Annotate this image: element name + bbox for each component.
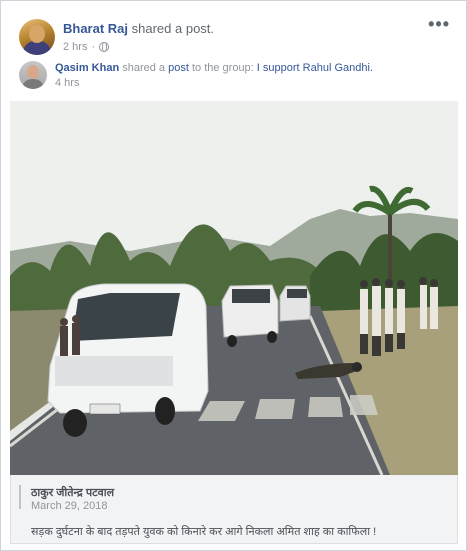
shared-a-post-text: shared a post. bbox=[128, 21, 215, 36]
road-scene-image bbox=[10, 101, 458, 475]
preview-date: March 29, 2018 bbox=[31, 500, 108, 512]
link-preview[interactable]: ठाकुर जीतेन्द्र पटवाल March 29, 2018 सड़… bbox=[10, 475, 458, 544]
shared-photo[interactable] bbox=[10, 101, 458, 475]
shared-header: Qasim Khan shared a post to the group: I… bbox=[55, 62, 373, 74]
preview-quote-bar bbox=[19, 485, 21, 509]
globe-icon[interactable] bbox=[99, 42, 110, 52]
post-timestamp-row: 2 hrs · bbox=[63, 41, 110, 53]
shared-author-name-link[interactable]: Qasim Khan bbox=[55, 62, 119, 74]
preview-author[interactable]: ठाकुर जीतेन्द्र पटवाल bbox=[31, 485, 114, 500]
group-name-link[interactable]: I support Rahul Gandhi. bbox=[257, 62, 373, 74]
shared-author-avatar[interactable] bbox=[19, 61, 47, 89]
post-time[interactable]: 2 hrs bbox=[63, 41, 87, 53]
preview-caption: सड़क दुर्घटना के बाद तड़पते युवक को किना… bbox=[31, 526, 377, 538]
poster-avatar[interactable] bbox=[19, 19, 55, 55]
more-options-icon[interactable]: ••• bbox=[428, 15, 450, 33]
to-group-text: to the group: bbox=[188, 62, 257, 74]
post-card: Bharat Raj shared a post. 2 hrs · ••• Qa… bbox=[0, 0, 467, 551]
post-header: Bharat Raj shared a post. bbox=[63, 21, 214, 36]
separator-dot: · bbox=[91, 41, 96, 53]
shared-a-text: shared a bbox=[119, 62, 169, 74]
post-link[interactable]: post bbox=[168, 62, 189, 74]
poster-name-link[interactable]: Bharat Raj bbox=[63, 21, 128, 36]
shared-time[interactable]: 4 hrs bbox=[55, 77, 79, 89]
